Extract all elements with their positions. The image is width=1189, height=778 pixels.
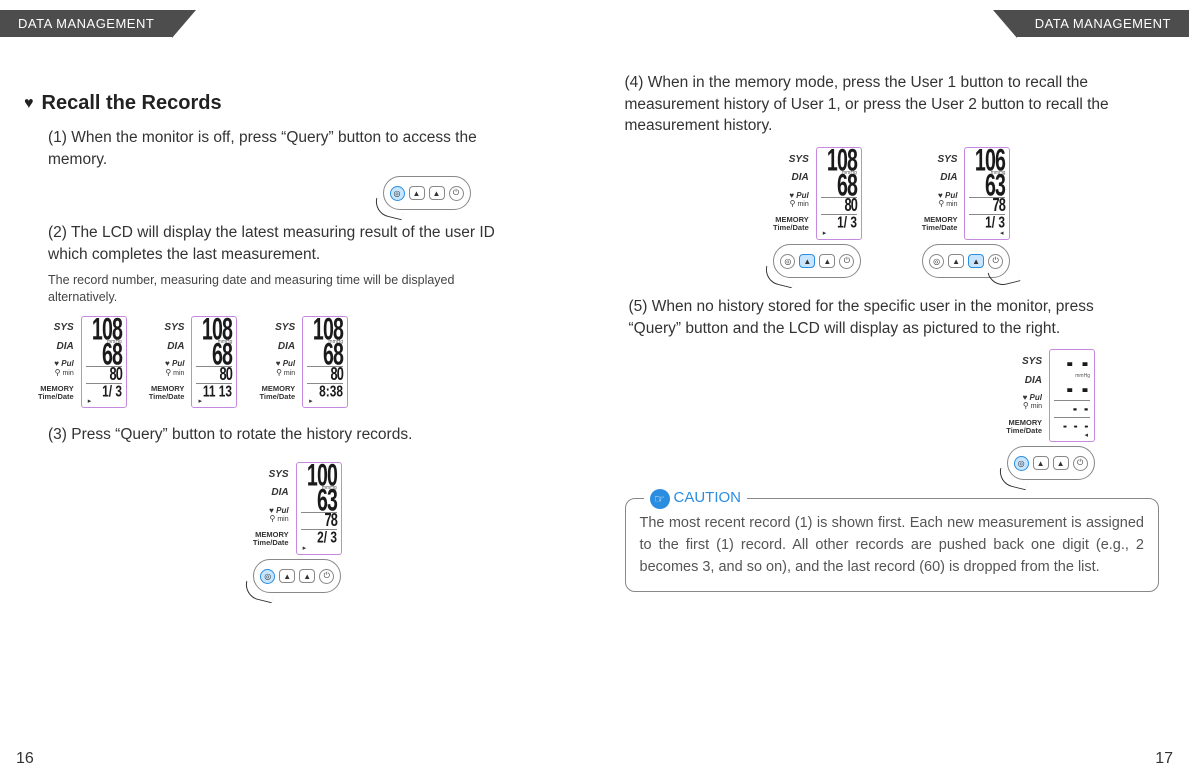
query-button-icon: ◎ xyxy=(929,254,944,269)
header-tab-right: DATA MANAGEMENT xyxy=(1017,10,1189,37)
query-button-icon: ◎ xyxy=(390,186,405,201)
lcd-display-c: SYS DIA ♥ Pul⚲ min MEMORYTime/Date 108mm… xyxy=(259,316,348,409)
header-tab-left: DATA MANAGEMENT xyxy=(0,10,172,37)
section-title-text: Recall the Records xyxy=(42,92,222,115)
user2-button-icon: ▲ xyxy=(819,254,835,268)
power-button-icon: ⏻ xyxy=(1073,456,1088,471)
caution-text: The most recent record (1) is shown firs… xyxy=(640,515,1145,575)
lcd-display-d: SYS DIA ♥ Pul⚲ min MEMORYTime/Date 100mm… xyxy=(253,462,342,555)
press-swoosh-icon xyxy=(988,266,1021,289)
user2-button-icon: ▲ xyxy=(429,186,445,200)
power-button-icon: ⏻ xyxy=(839,254,854,269)
lcd-display-g: SYS DIA ♥ Pul⚲ min MEMORYTime/Date - -mm… xyxy=(1006,349,1095,442)
query-button-icon: ◎ xyxy=(1014,456,1029,471)
remote-step3: ◎ ▲ ▲ ⏻ xyxy=(253,559,341,593)
press-swoosh-icon xyxy=(372,198,405,221)
step-2-subtext: The record number, measuring date and me… xyxy=(48,272,511,306)
lcd-display-b: SYS DIA ♥ Pul⚲ min MEMORYTime/Date 108mm… xyxy=(149,316,238,409)
user2-button-icon: ▲ xyxy=(968,254,984,268)
user1-button-icon: ▲ xyxy=(948,254,964,268)
user1-button-icon: ▲ xyxy=(1033,456,1049,470)
caution-icon: ☞ xyxy=(650,489,670,509)
remote-step4b: ◎ ▲ ▲ ⏻ xyxy=(922,244,1010,278)
power-button-icon: ⏻ xyxy=(988,254,1003,269)
user1-button-icon: ▲ xyxy=(799,254,815,268)
step-2-text: (2) The LCD will display the latest meas… xyxy=(48,222,511,265)
lcd-display-f: SYS DIA ♥ Pul⚲ min MEMORYTime/Date 106mm… xyxy=(922,147,1011,240)
user2-button-icon: ▲ xyxy=(1053,456,1069,470)
power-button-icon: ⏻ xyxy=(449,186,464,201)
page-number-right: 17 xyxy=(1155,750,1173,768)
press-swoosh-icon xyxy=(996,468,1029,491)
user2-button-icon: ▲ xyxy=(299,569,315,583)
query-button-icon: ◎ xyxy=(780,254,795,269)
caution-label: ☞ CAUTION xyxy=(644,487,748,510)
user1-button-icon: ▲ xyxy=(409,186,425,200)
heart-icon: ♥ xyxy=(24,95,34,113)
power-button-icon: ⏻ xyxy=(319,569,334,584)
lcd-display-a: SYS DIA ♥ Pul⚲ min MEMORYTime/Date 108mm… xyxy=(38,316,127,409)
caution-box: ☞ CAUTION The most recent record (1) is … xyxy=(625,498,1160,591)
step-5-text: (5) When no history stored for the speci… xyxy=(629,296,1136,339)
step-3-text: (3) Press “Query” button to rotate the h… xyxy=(48,424,511,446)
press-swoosh-icon xyxy=(763,266,796,289)
lcd-display-e: SYS DIA ♥ Pul⚲ min MEMORYTime/Date 108mm… xyxy=(773,147,862,240)
press-swoosh-icon xyxy=(243,581,276,604)
step-4-text: (4) When in the memory mode, press the U… xyxy=(625,72,1136,137)
remote-step1: ◎ ▲ ▲ ⏻ xyxy=(383,176,471,210)
remote-step4a: ◎ ▲ ▲ ⏻ xyxy=(773,244,861,278)
page-number-left: 16 xyxy=(16,750,34,768)
query-button-icon: ◎ xyxy=(260,569,275,584)
user1-button-icon: ▲ xyxy=(279,569,295,583)
section-title: ♥ Recall the Records xyxy=(24,92,571,115)
remote-step5: ◎ ▲ ▲ ⏻ xyxy=(1007,446,1095,480)
step-1-text: (1) When the monitor is off, press “Quer… xyxy=(48,127,511,170)
